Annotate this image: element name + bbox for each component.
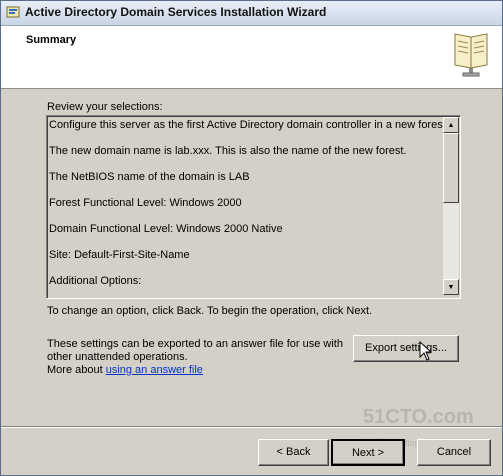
- export-settings-button[interactable]: Export settings...: [353, 335, 459, 362]
- ad-wizard-icon: [6, 6, 20, 18]
- window-title: Active Directory Domain Services Install…: [25, 5, 327, 19]
- scroll-down-button[interactable]: ▼: [443, 279, 459, 295]
- mouse-pointer-icon: [419, 341, 433, 361]
- review-label: Review your selections:: [47, 101, 163, 113]
- footer-divider: [1, 426, 502, 428]
- wizard-header: Summary: [1, 26, 502, 89]
- cancel-button[interactable]: Cancel: [417, 439, 491, 466]
- summary-line: The new domain name is lab.xxx. This is …: [49, 145, 407, 157]
- summary-line: The NetBIOS name of the domain is LAB: [49, 171, 250, 183]
- more-about-line: More about using an answer file: [47, 364, 203, 376]
- title-bar[interactable]: Active Directory Domain Services Install…: [1, 1, 502, 26]
- summary-line: Additional Options:: [49, 275, 142, 287]
- arrow-up-icon: ▲: [447, 121, 455, 129]
- summary-line: Forest Functional Level: Windows 2000: [49, 197, 242, 209]
- summary-line: Configure this server as the first Activ…: [49, 119, 449, 131]
- page-title: Summary: [26, 34, 77, 46]
- summary-textbox[interactable]: Configure this server as the first Activ…: [46, 115, 461, 299]
- summary-lines: Configure this server as the first Activ…: [49, 118, 449, 298]
- next-button[interactable]: Next >: [331, 439, 405, 466]
- export-description: These settings can be exported to an ans…: [47, 338, 343, 363]
- more-about-prefix: More about: [47, 364, 106, 376]
- scroll-up-button[interactable]: ▲: [443, 117, 459, 133]
- summary-line: Site: Default-First-Site-Name: [49, 249, 190, 261]
- vertical-scrollbar[interactable]: ▲ ▼: [443, 117, 459, 295]
- back-button[interactable]: < Back: [258, 439, 329, 466]
- answer-file-link[interactable]: using an answer file: [106, 364, 203, 376]
- summary-line: Domain Functional Level: Windows 2000 Na…: [49, 223, 283, 235]
- wizard-window: Active Directory Domain Services Install…: [0, 0, 503, 476]
- scroll-thumb[interactable]: [443, 133, 459, 203]
- arrow-down-icon: ▼: [447, 283, 455, 291]
- watermark-site: 51CTO.com: [363, 406, 474, 428]
- change-instructions: To change an option, click Back. To begi…: [47, 305, 373, 317]
- book-icon: [454, 33, 488, 77]
